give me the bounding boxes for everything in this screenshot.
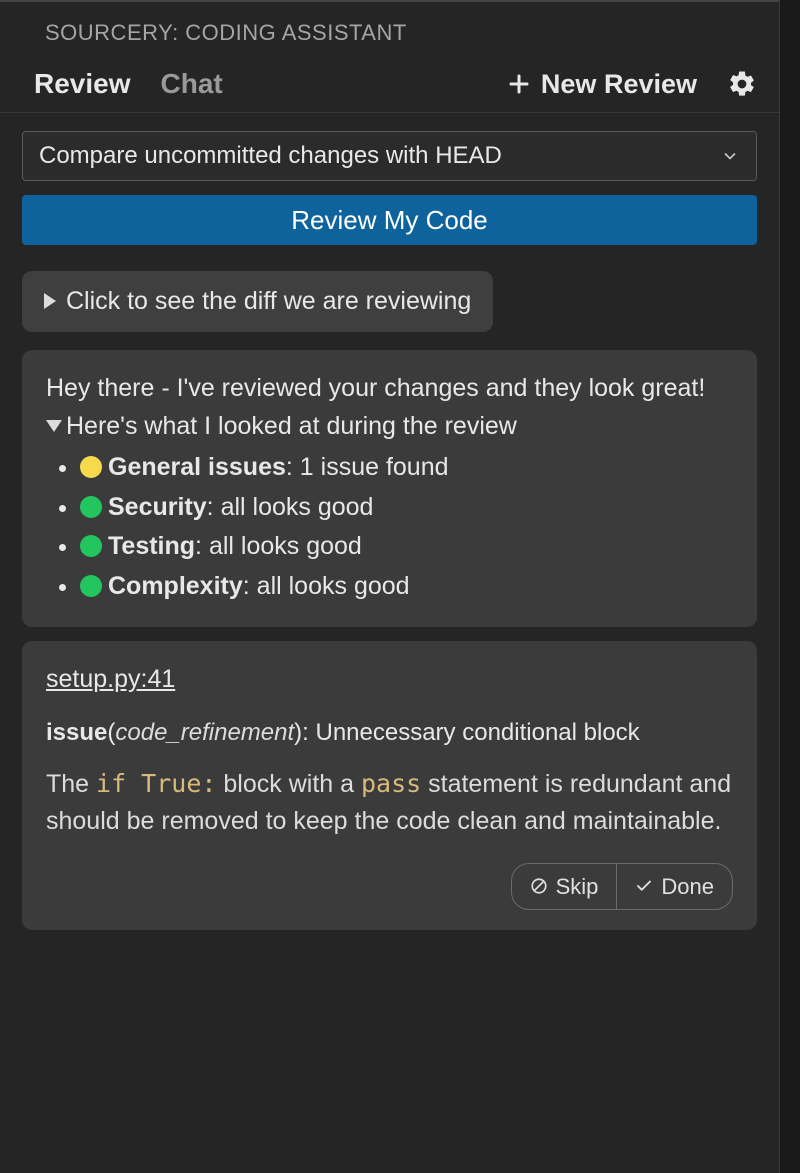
settings-button[interactable] bbox=[727, 69, 757, 99]
summary-expand-label: Here's what I looked at during the revie… bbox=[66, 412, 517, 440]
panel-title: SOURCERY: CODING ASSISTANT bbox=[0, 2, 779, 60]
new-review-label: New Review bbox=[541, 69, 697, 100]
list-item: Security: all looks good bbox=[80, 489, 733, 527]
summary-item-value: all looks good bbox=[221, 493, 374, 521]
summary-list: General issues: 1 issue found Security: … bbox=[46, 449, 733, 605]
issue-category: code_refinement bbox=[115, 719, 294, 746]
list-item: Testing: all looks good bbox=[80, 528, 733, 566]
summary-item-value: all looks good bbox=[257, 572, 410, 600]
prohibit-icon bbox=[530, 877, 548, 895]
issue-title: Unnecessary conditional block bbox=[315, 719, 639, 746]
done-label: Done bbox=[661, 870, 714, 903]
status-dot-icon bbox=[80, 496, 102, 518]
code-snippet: pass bbox=[361, 769, 421, 798]
summary-item-label: Security bbox=[108, 493, 207, 521]
summary-item-value: 1 issue found bbox=[300, 453, 449, 481]
issue-kind: issue bbox=[46, 719, 107, 746]
summary-expand-row[interactable]: Here's what I looked at during the revie… bbox=[46, 408, 733, 446]
new-review-button[interactable]: New Review bbox=[507, 69, 697, 100]
summary-item-label: Complexity bbox=[108, 572, 243, 600]
status-dot-icon bbox=[80, 575, 102, 597]
tab-chat[interactable]: Chat bbox=[161, 68, 223, 100]
summary-item-label: Testing bbox=[108, 532, 195, 560]
issue-body-text: The bbox=[46, 770, 96, 798]
issue-file-link[interactable]: setup.py:41 bbox=[46, 661, 175, 699]
summary-item-value: all looks good bbox=[209, 532, 362, 560]
code-snippet: if True: bbox=[96, 769, 216, 798]
issue-body: The if True: block with a pass statement… bbox=[46, 765, 733, 841]
tabs-row: Review Chat New Review bbox=[0, 60, 779, 113]
skip-label: Skip bbox=[556, 870, 599, 903]
issue-heading: issue(code_refinement): Unnecessary cond… bbox=[46, 715, 733, 751]
compare-dropdown-value: Compare uncommitted changes with HEAD bbox=[39, 142, 502, 170]
status-dot-icon bbox=[80, 456, 102, 478]
list-item: Complexity: all looks good bbox=[80, 568, 733, 606]
compare-dropdown[interactable]: Compare uncommitted changes with HEAD bbox=[22, 131, 757, 181]
done-button[interactable]: Done bbox=[616, 864, 732, 909]
tab-review[interactable]: Review bbox=[34, 68, 131, 100]
list-item: General issues: 1 issue found bbox=[80, 449, 733, 487]
review-summary-card: Hey there - I've reviewed your changes a… bbox=[22, 350, 757, 627]
issue-actions: Skip Done bbox=[46, 863, 733, 910]
issue-card: setup.py:41 issue(code_refinement): Unne… bbox=[22, 641, 757, 930]
diff-disclosure-label: Click to see the diff we are reviewing bbox=[66, 287, 471, 316]
skip-button[interactable]: Skip bbox=[512, 864, 617, 909]
issue-body-text: block with a bbox=[216, 770, 361, 798]
triangle-right-icon bbox=[44, 287, 56, 316]
check-icon bbox=[635, 877, 653, 895]
plus-icon bbox=[507, 72, 531, 96]
summary-intro: Hey there - I've reviewed your changes a… bbox=[46, 370, 733, 408]
diff-disclosure[interactable]: Click to see the diff we are reviewing bbox=[22, 271, 493, 332]
chevron-down-icon bbox=[720, 146, 740, 166]
triangle-down-icon bbox=[46, 412, 66, 440]
gear-icon bbox=[727, 69, 757, 99]
status-dot-icon bbox=[80, 535, 102, 557]
review-my-code-button[interactable]: Review My Code bbox=[22, 195, 757, 245]
summary-item-label: General issues bbox=[108, 453, 286, 481]
